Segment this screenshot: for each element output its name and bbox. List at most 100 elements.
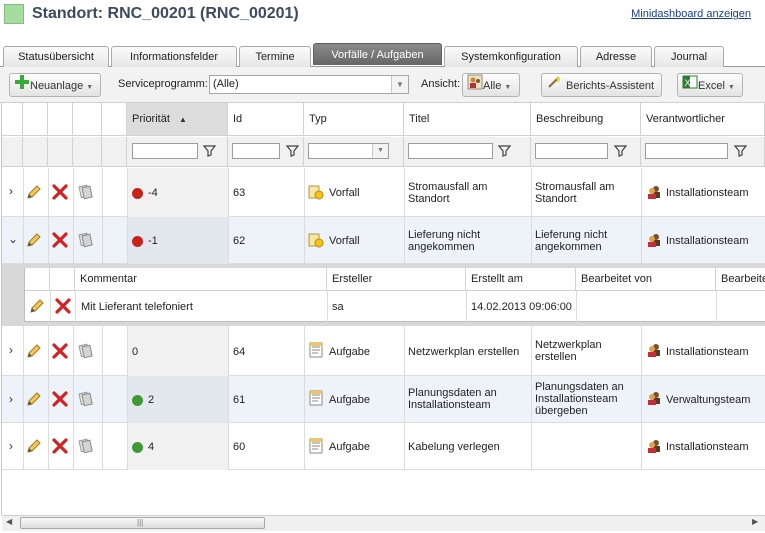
tab-vorfaelle-aufgaben[interactable]: Vorfälle / Aufgaben [313, 43, 442, 65]
filter-input-beschreibung[interactable] [535, 143, 608, 159]
chevron-down-icon: ▼ [504, 83, 512, 91]
report-assistant-button[interactable]: Berichts-Assistent [541, 73, 662, 97]
task-icon [308, 438, 324, 457]
serviceprogramm-label: Serviceprogramm: [118, 78, 208, 90]
chevron-down-icon[interactable]: ⌄ [8, 232, 18, 246]
priority-value: -4 [132, 187, 158, 199]
filter-input-prioritaet[interactable] [132, 143, 198, 159]
title-value: Stromausfall am Standort [408, 181, 488, 205]
minidashboard-link[interactable]: Minidashboard anzeigen [631, 8, 751, 20]
page-title: Standort: RNC_00201 (RNC_00201) [32, 5, 299, 22]
attachment-icon[interactable] [77, 184, 93, 203]
column-header-label: Priorität [132, 113, 170, 125]
pencil-icon[interactable] [26, 438, 42, 457]
chevron-right-icon[interactable]: › [9, 184, 13, 198]
column-header-typ[interactable]: Typ [304, 103, 404, 136]
header-delete-col [48, 103, 73, 136]
pencil-icon[interactable] [29, 298, 45, 317]
filter-cell [2, 137, 23, 167]
tab-systemkonfiguration[interactable]: Systemkonfiguration [444, 46, 578, 67]
sub-column-header-bearbeitet-von[interactable]: Bearbeitet von [576, 268, 716, 291]
tab-termine[interactable]: Termine [239, 46, 311, 67]
chevron-right-icon[interactable]: › [9, 439, 13, 453]
filter-icon[interactable] [734, 144, 747, 157]
filter-select-typ[interactable]: ▼ [308, 143, 389, 159]
type-value: Vorfall [329, 235, 360, 247]
pencil-icon[interactable] [26, 343, 42, 362]
attachment-icon[interactable] [77, 391, 93, 410]
site-color-indicator [4, 4, 24, 24]
tab-adresse[interactable]: Adresse [580, 46, 652, 67]
scroll-left-icon[interactable]: ◀ [6, 517, 12, 526]
sub-column-header-bearbeitet[interactable]: Bearbeite [716, 268, 765, 291]
incident-icon [308, 232, 324, 251]
excel-label: Excel [698, 79, 725, 92]
filter-icon[interactable] [286, 144, 299, 157]
delete-icon[interactable] [52, 438, 68, 457]
new-button[interactable]: Neuanlage ▼ [9, 73, 101, 97]
team-icon [646, 390, 662, 409]
pencil-icon[interactable] [26, 184, 42, 203]
owner-value: Installationsteam [666, 187, 749, 199]
team-icon [646, 342, 662, 361]
delete-icon[interactable] [52, 184, 68, 203]
sub-column-header-erstellt-am[interactable]: Erstellt am [466, 268, 576, 291]
chevron-down-icon: ▼ [372, 144, 388, 158]
tab-statusuebersicht[interactable]: Statusübersicht [3, 46, 109, 67]
sub-column-header-kommentar[interactable]: Kommentar [75, 268, 327, 291]
sort-ascending-icon: ▲ [178, 115, 187, 124]
title-value: Lieferung nicht angekommen [408, 229, 481, 253]
column-header-titel[interactable]: Titel [404, 103, 531, 136]
chevron-right-icon[interactable]: › [9, 343, 13, 357]
filter-icon[interactable] [203, 144, 216, 157]
pencil-icon[interactable] [26, 232, 42, 251]
filter-cell [48, 137, 73, 167]
sub-column-header-ersteller[interactable]: Ersteller [327, 268, 466, 291]
divider [466, 291, 467, 322]
id-value: 60 [233, 441, 246, 453]
column-header-prioritaet[interactable]: Priorität ▲ [127, 103, 228, 136]
excel-button[interactable]: X Excel ▼ [677, 73, 743, 97]
divider [73, 168, 74, 264]
column-header-beschreibung[interactable]: Beschreibung [531, 103, 641, 136]
divider [127, 326, 128, 470]
filter-input-verantwortlicher[interactable] [645, 143, 728, 159]
owner-value: Installationsteam [666, 346, 749, 358]
tab-informationsfelder[interactable]: Informationsfelder [111, 46, 237, 67]
attachment-icon[interactable] [77, 438, 93, 457]
column-header-id[interactable]: Id [228, 103, 304, 136]
priority-value: -1 [132, 235, 158, 247]
description-value: Stromausfall am Standort [535, 181, 615, 205]
divider [404, 168, 405, 264]
tab-journal[interactable]: Journal [654, 46, 724, 67]
delete-icon[interactable] [52, 343, 68, 362]
comment-value: Mit Lieferant telefoniert [81, 301, 193, 313]
column-header-verantwortlicher[interactable]: Verantwortlicher [641, 103, 765, 136]
divider [75, 291, 76, 322]
scroll-right-icon[interactable]: ▶ [752, 517, 758, 526]
filter-icon[interactable] [614, 144, 627, 157]
serviceprogramm-select[interactable]: (Alle) ▼ [209, 75, 409, 94]
chevron-right-icon[interactable]: › [9, 392, 13, 406]
delete-icon[interactable] [52, 232, 68, 251]
owner-value: Installationsteam [666, 235, 749, 247]
attachment-icon[interactable] [77, 232, 93, 251]
filter-input-id[interactable] [232, 143, 280, 159]
divider [531, 326, 532, 470]
filter-input-titel[interactable] [408, 143, 493, 159]
ansicht-dropdown[interactable]: Alle ▼ [462, 73, 520, 97]
status-green-icon [132, 394, 143, 406]
task-icon [308, 342, 324, 361]
team-icon [646, 232, 662, 251]
pencil-icon[interactable] [26, 391, 42, 410]
filter-icon[interactable] [498, 144, 511, 157]
scrollbar-thumb[interactable]: ||| [20, 517, 265, 529]
divider [73, 326, 74, 470]
description-value: Netzwerkplan erstellen [535, 339, 602, 363]
divider [641, 168, 642, 264]
attachment-icon[interactable] [77, 343, 93, 362]
header-blank-col [102, 103, 127, 136]
delete-icon[interactable] [55, 298, 71, 317]
team-icon [646, 438, 662, 457]
delete-icon[interactable] [52, 391, 68, 410]
